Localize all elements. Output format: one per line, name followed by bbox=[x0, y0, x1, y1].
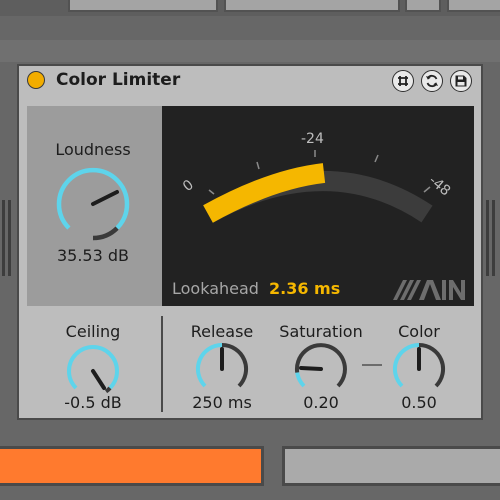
release-knob[interactable] bbox=[195, 342, 249, 396]
ceiling-value: -0.5 dB bbox=[64, 393, 122, 412]
host-clip-slot[interactable] bbox=[405, 0, 441, 12]
meter-scale-24: -24 bbox=[301, 131, 324, 147]
lookahead-value[interactable]: 2.36 ms bbox=[269, 279, 340, 298]
device-power-button[interactable] bbox=[27, 71, 45, 89]
host-clip-slot[interactable] bbox=[68, 0, 218, 12]
saturation-color-link bbox=[362, 364, 382, 366]
left-level-meter bbox=[2, 200, 16, 276]
ain-logo bbox=[393, 280, 465, 300]
color-knob[interactable] bbox=[392, 342, 446, 396]
device-title: Color Limiter bbox=[56, 70, 181, 90]
host-device-band bbox=[0, 40, 500, 62]
limiter-meter-display: 0 -24 -48 bbox=[162, 106, 474, 306]
color-limiter-device: Color Limiter Loudness 35.53 dB 0 -24 -4… bbox=[17, 64, 483, 420]
right-level-meter bbox=[486, 200, 500, 276]
save-button[interactable] bbox=[450, 70, 472, 92]
grey-clip[interactable] bbox=[282, 446, 500, 486]
loudness-knob[interactable] bbox=[51, 162, 135, 246]
color-value: 0.50 bbox=[401, 393, 437, 412]
hot-swap-button[interactable] bbox=[392, 70, 414, 92]
refresh-icon bbox=[426, 74, 438, 88]
ceiling-knob[interactable] bbox=[66, 344, 120, 398]
ceiling-label: Ceiling bbox=[65, 322, 121, 341]
saturation-value: 0.20 bbox=[303, 393, 339, 412]
loudness-value: 35.53 dB bbox=[56, 246, 130, 265]
release-value: 250 ms bbox=[192, 393, 252, 412]
meter-tick bbox=[374, 154, 379, 163]
lookahead-label: Lookahead bbox=[172, 279, 259, 298]
host-clip-slot[interactable] bbox=[447, 0, 500, 12]
host-clip-slot[interactable] bbox=[224, 0, 400, 12]
release-label: Release bbox=[190, 322, 254, 341]
loudness-label: Loudness bbox=[55, 140, 131, 159]
orange-clip[interactable] bbox=[0, 446, 264, 486]
saturation-knob[interactable] bbox=[294, 342, 348, 396]
section-divider bbox=[161, 316, 163, 412]
refresh-button[interactable] bbox=[421, 70, 443, 92]
device-titlebar[interactable]: Color Limiter bbox=[19, 66, 481, 96]
meter-tick bbox=[208, 189, 215, 195]
meter-tick bbox=[256, 161, 260, 170]
hot-swap-icon bbox=[398, 76, 408, 86]
host-top-strip bbox=[0, 0, 500, 16]
color-label: Color bbox=[398, 322, 440, 341]
save-icon bbox=[455, 75, 467, 87]
saturation-label: Saturation bbox=[279, 322, 363, 341]
